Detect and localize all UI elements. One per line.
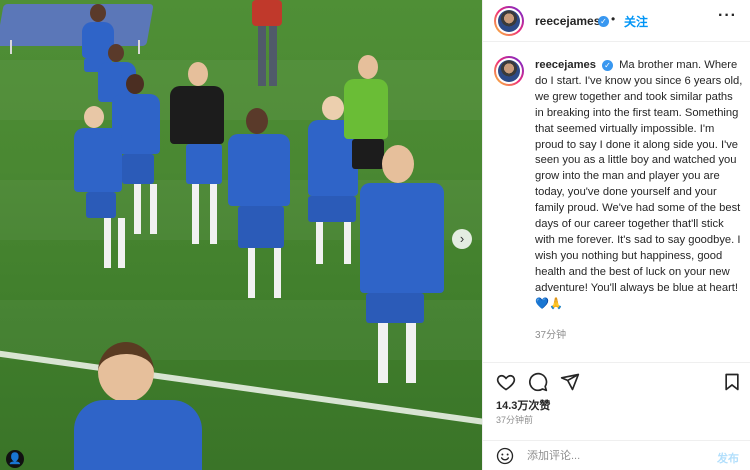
separator-dot: • <box>611 12 616 26</box>
caption-timestamp: 37分钟 <box>535 330 567 341</box>
action-bar <box>483 362 750 400</box>
post-sidebar: reecejames ✓ • 关注 ··· reecejames ✓ Ma bro… <box>482 0 750 470</box>
header-username[interactable]: reecejames <box>535 14 600 28</box>
next-photo-button[interactable]: › <box>452 229 472 249</box>
post-comment-button[interactable]: 发布 <box>717 450 739 466</box>
caption-body: Ma brother man. Where do I start. I've k… <box>535 59 743 294</box>
caption-text-block: reecejames ✓ Ma brother man. Where do I s… <box>535 58 744 313</box>
post-photo: › 👤 <box>0 0 482 470</box>
likes-count[interactable]: 14.3万次赞 <box>496 397 550 413</box>
smiley-icon[interactable] <box>496 447 514 465</box>
blue-heart-emoji: 💙 <box>535 297 549 310</box>
comment-bar: 发布 <box>483 440 750 470</box>
more-options-icon[interactable]: ··· <box>718 7 737 25</box>
tagged-users-icon[interactable]: 👤 <box>6 450 24 468</box>
paper-plane-icon[interactable] <box>560 372 580 392</box>
trailing-emoji: 🙏 <box>548 297 563 310</box>
avatar[interactable] <box>494 6 524 36</box>
bookmark-icon[interactable] <box>722 372 742 392</box>
comment-input[interactable] <box>527 448 697 464</box>
pitch-stripe <box>0 60 482 120</box>
post-header: reecejames ✓ • 关注 ··· <box>483 0 750 42</box>
follow-button[interactable]: 关注 <box>624 13 648 30</box>
caption-username[interactable]: reecejames <box>535 59 596 71</box>
heart-outline-icon[interactable] <box>496 372 516 392</box>
caption-avatar[interactable] <box>494 56 524 86</box>
verified-badge-icon: ✓ <box>598 16 609 28</box>
verified-badge-icon: ✓ <box>601 59 613 71</box>
post-timestamp[interactable]: 37分钟前 <box>496 413 533 426</box>
comment-icon[interactable] <box>528 372 548 392</box>
